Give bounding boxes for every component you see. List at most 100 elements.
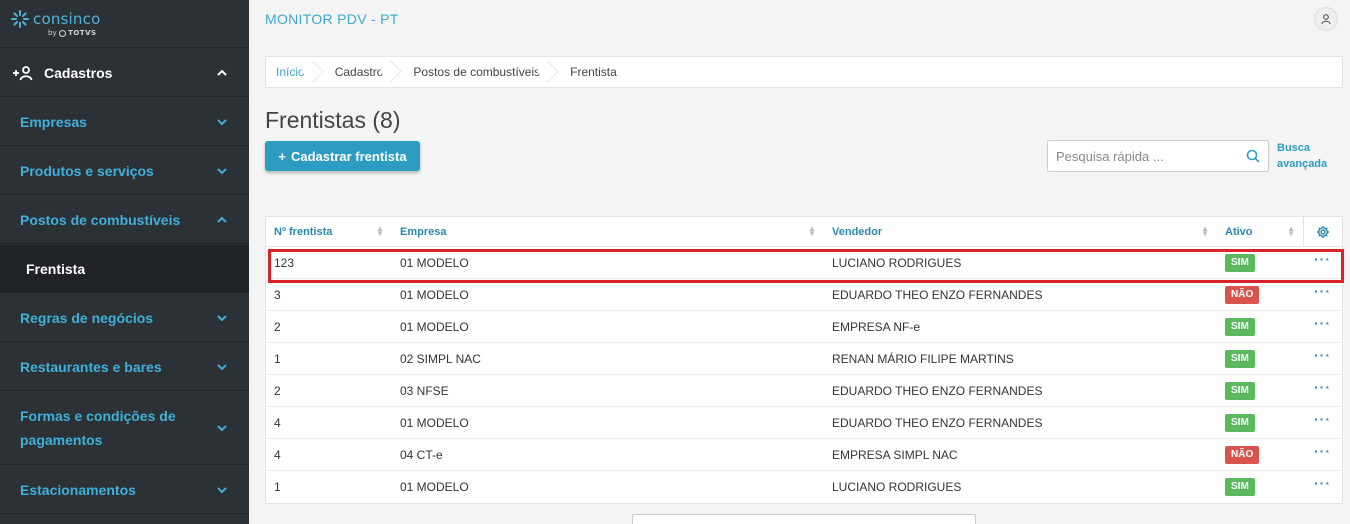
user-icon	[1321, 14, 1331, 25]
table-row[interactable]: 4 01 MODELO EDUARDO THEO ENZO FERNANDES SIM…	[266, 407, 1342, 439]
table-row[interactable]: 4 04 CT-e EMPRESA SIMPL NAC NÃO ···	[266, 439, 1342, 471]
cell-numero: 3	[274, 287, 281, 302]
chevron-down-icon	[217, 314, 227, 321]
plus-icon: +	[278, 148, 286, 164]
sidebar-header-cadastros[interactable]: Cadastros	[0, 49, 249, 97]
sort-icon: ▲ ▼	[1201, 224, 1209, 238]
page-title: Frentistas (8)	[265, 107, 401, 133]
pagination-bar[interactable]	[632, 514, 976, 524]
cell-ativo: SIM	[1217, 311, 1303, 342]
cell-vendedor: EDUARDO THEO ENZO FERNANDES	[832, 383, 1043, 398]
brand-name: consinco	[33, 10, 101, 28]
table-row[interactable]: 2 03 NFSE EDUARDO THEO ENZO FERNANDES SIM ··…	[266, 375, 1342, 407]
sidebar-header-label: Cadastros	[44, 64, 113, 81]
table-row[interactable]: 1 02 SIMPL NAC RENAN MÁRIO FILIPE MARTINS S…	[266, 343, 1342, 375]
cell-vendedor: EMPRESA SIMPL NAC	[832, 447, 958, 462]
breadcrumb-frentista: Frentista	[570, 65, 617, 79]
sort-icon: ▲ ▼	[808, 224, 816, 238]
cell-numero: 2	[274, 383, 281, 398]
chevron-down-icon	[217, 167, 227, 174]
row-actions-icon[interactable]: ···	[1303, 247, 1342, 278]
totvs-icon	[58, 29, 66, 37]
column-label: Vendedor	[832, 225, 883, 238]
cell-ativo: NÃO	[1217, 279, 1303, 310]
add-frentista-button[interactable]: + Cadastrar frentista	[265, 141, 420, 171]
sort-icon: ▲ ▼	[1287, 224, 1295, 238]
more-icon: ···	[1314, 475, 1331, 491]
row-actions-icon[interactable]: ···	[1303, 407, 1342, 438]
chevron-down-icon	[217, 486, 227, 493]
sidebar-item-label: Restaurantes e bares	[20, 358, 162, 375]
row-actions-icon[interactable]: ···	[1303, 343, 1342, 374]
search-input[interactable]	[1048, 142, 1238, 170]
more-icon: ···	[1314, 346, 1331, 363]
settings-icon[interactable]	[1303, 217, 1342, 246]
more-icon: ···	[1314, 314, 1331, 331]
status-badge: SIM	[1225, 478, 1255, 496]
sidebar-item-estacionamentos[interactable]: Estacionamentos	[0, 466, 249, 514]
table-row[interactable]: 3 01 MODELO EDUARDO THEO ENZO FERNANDES NÃO…	[266, 279, 1342, 311]
table-row[interactable]: 1 01 MODELO LUCIANO RODRIGUES SIM ···	[266, 471, 1342, 503]
column-header-numero[interactable]: Nº frentista ▲ ▼	[266, 217, 392, 246]
more-icon: ···	[1314, 282, 1331, 299]
cell-numero: 2	[274, 319, 281, 334]
breadcrumb-cadastro[interactable]: Cadastro	[317, 57, 396, 87]
row-actions-icon[interactable]: ···	[1303, 311, 1342, 342]
chevron-down-icon	[217, 118, 227, 125]
chevron-up-icon	[217, 69, 227, 76]
chevron-down-icon	[217, 363, 227, 370]
sidebar-item-formas-pagamento[interactable]: Formas e condições de pagamentos	[0, 392, 249, 465]
cell-numero: 1	[274, 351, 281, 366]
cell-vendedor: RENAN MÁRIO FILIPE MARTINS	[832, 351, 1014, 366]
advanced-search-line2: avançada	[1277, 158, 1328, 170]
sidebar-item-produtos[interactable]: Produtos e serviços	[0, 147, 249, 195]
sort-icon: ▲ ▼	[376, 224, 384, 238]
add-user-icon	[13, 65, 33, 80]
sidebar-item-label: Formas e condições de pagamentos	[20, 408, 176, 448]
sidebar-item-frentista[interactable]: Frentista	[0, 245, 249, 293]
breadcrumb: Início Cadastro Postos de combustíveis F…	[265, 56, 1343, 88]
sidebar-item-regras[interactable]: Regras de negócios	[0, 294, 249, 342]
sidebar-item-postos[interactable]: Postos de combustíveis	[0, 196, 249, 244]
user-avatar[interactable]	[1314, 7, 1338, 31]
column-header-ativo[interactable]: Ativo ▲ ▼	[1217, 217, 1303, 246]
main-content: MONITOR PDV - PT Início Cadastro Postos …	[249, 0, 1350, 524]
sidebar-item-restaurantes[interactable]: Restaurantes e bares	[0, 343, 249, 391]
table-header: Nº frentista ▲ ▼ Empresa ▲ ▼ Vendedor ▲ ▼ Ativ…	[266, 217, 1342, 247]
cell-vendedor: EDUARDO THEO ENZO FERNANDES	[832, 287, 1043, 302]
breadcrumb-inicio[interactable]: Início	[266, 57, 317, 87]
brand-logo[interactable]: consinco by TOTVS	[0, 0, 249, 48]
row-actions-icon[interactable]: ···	[1303, 279, 1342, 310]
sidebar-item-empresas[interactable]: Empresas	[0, 98, 249, 146]
row-actions-icon[interactable]: ···	[1303, 375, 1342, 406]
status-badge: SIM	[1225, 317, 1255, 336]
breadcrumb-postos[interactable]: Postos de combustíveis	[395, 57, 552, 87]
table-row[interactable]: 123 01 MODELO LUCIANO RODRIGUES SIM ···	[266, 247, 1342, 279]
cell-empresa: 02 SIMPL NAC	[400, 351, 481, 366]
sidebar-item-label: Postos de combustíveis	[20, 211, 181, 228]
cell-ativo: SIM	[1217, 407, 1303, 438]
cell-empresa: 04 CT-e	[400, 447, 443, 462]
sidebar-item-label: Estacionamentos	[20, 481, 136, 498]
cell-empresa: 01 MODELO	[400, 255, 469, 270]
cell-vendedor: LUCIANO RODRIGUES	[832, 480, 962, 494]
consinco-logo-icon	[11, 10, 29, 28]
search-icon[interactable]	[1238, 149, 1268, 163]
column-header-empresa[interactable]: Empresa ▲ ▼	[392, 217, 824, 246]
add-button-label: Cadastrar frentista	[290, 148, 407, 164]
cell-numero: 1	[274, 480, 281, 494]
status-badge: SIM	[1225, 413, 1255, 432]
more-icon: ···	[1314, 442, 1331, 459]
table-row[interactable]: 2 01 MODELO EMPRESA NF-e SIM ···	[266, 311, 1342, 343]
app-title: MONITOR PDV - PT	[265, 11, 399, 27]
cell-vendedor: LUCIANO RODRIGUES	[832, 255, 962, 270]
column-header-vendedor[interactable]: Vendedor ▲ ▼	[824, 217, 1217, 246]
status-badge: SIM	[1225, 349, 1255, 368]
sidebar: consinco by TOTVS Cadastros Empresas Pro…	[0, 0, 249, 524]
advanced-search-link[interactable]: Busca avançada	[1277, 140, 1337, 172]
more-icon: ···	[1314, 378, 1331, 395]
row-actions-icon[interactable]: ···	[1303, 439, 1342, 470]
cell-ativo: SIM	[1217, 343, 1303, 374]
row-actions-icon[interactable]: ···	[1303, 471, 1342, 503]
status-badge: SIM	[1225, 253, 1255, 272]
